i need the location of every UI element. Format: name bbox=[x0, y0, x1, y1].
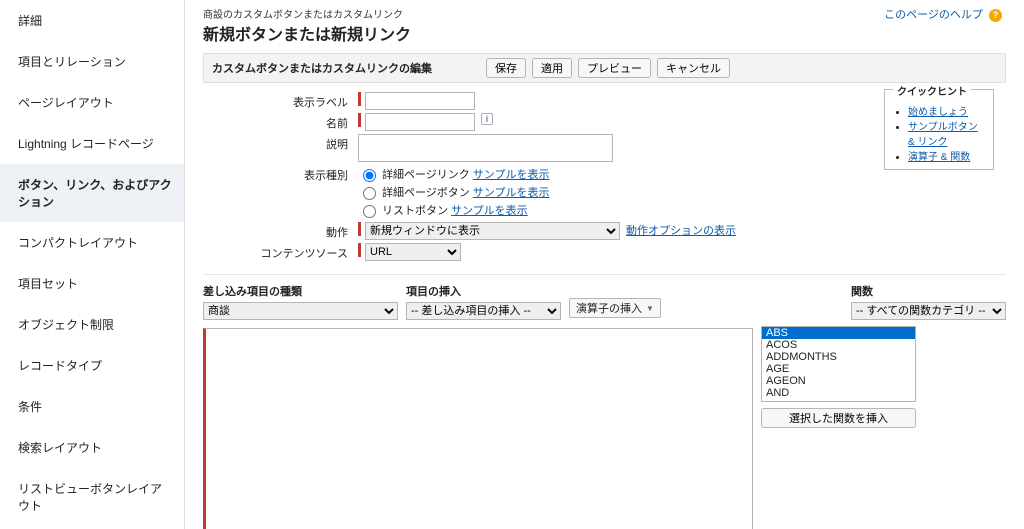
editor-area: 差し込み項目の種類 商談 項目の挿入 -- 差し込み項目の挿入 -- 演算子の挿… bbox=[203, 275, 1006, 320]
behavior-options-link[interactable]: 動作オプションの表示 bbox=[626, 222, 736, 238]
function-category-select[interactable]: -- すべての関数カテゴリ -- bbox=[851, 302, 1006, 320]
label-content-source: コンテンツソース bbox=[213, 243, 358, 261]
apply-button[interactable]: 適用 bbox=[532, 58, 572, 78]
nav-listview-button-layout[interactable]: リストビューボタンレイアウト bbox=[0, 468, 184, 526]
required-indicator bbox=[358, 113, 361, 127]
nav-fields-relations[interactable]: 項目とリレーション bbox=[0, 41, 184, 82]
nav-buttons-links-actions[interactable]: ボタン、リンク、およびアクション bbox=[0, 164, 184, 222]
formula-textarea[interactable] bbox=[203, 328, 753, 529]
nav-details[interactable]: 詳細 bbox=[0, 0, 184, 41]
insert-function-button[interactable]: 選択した関数を挿入 bbox=[761, 408, 916, 428]
display-label-input[interactable] bbox=[365, 92, 475, 110]
sample-link-2[interactable]: サンプルを表示 bbox=[473, 184, 550, 200]
section-bar: カスタムボタンまたはカスタムリンクの編集 保存 適用 プレビュー キャンセル bbox=[203, 53, 1006, 83]
fn-item[interactable]: AND bbox=[762, 387, 915, 399]
page-help: このページのヘルプ ? bbox=[884, 6, 1002, 22]
nav-conditions[interactable]: 条件 bbox=[0, 386, 184, 427]
help-icon: ? bbox=[989, 9, 1002, 22]
nav-search-layouts[interactable]: 検索レイアウト bbox=[0, 427, 184, 468]
fn-item[interactable]: ACOS bbox=[762, 339, 915, 351]
radio-detail-button-label: 詳細ページボタン bbox=[382, 184, 470, 200]
sidebar: 詳細 項目とリレーション ページレイアウト Lightning レコードページ … bbox=[0, 0, 185, 529]
hint-operators-functions[interactable]: 演算子 & 関数 bbox=[908, 152, 970, 163]
radio-detail-link-label: 詳細ページリンク bbox=[382, 166, 470, 182]
description-textarea[interactable] bbox=[358, 134, 613, 162]
function-listbox[interactable]: ABS ACOS ADDMONTHS AGE AGEON AND bbox=[761, 326, 916, 402]
fn-item[interactable]: ADDMONTHS bbox=[762, 351, 915, 363]
required-indicator bbox=[358, 243, 361, 257]
merge-field-type-select[interactable]: 商談 bbox=[203, 302, 398, 320]
quick-hints-title: クイックヒント bbox=[893, 87, 971, 98]
radio-detail-button[interactable] bbox=[363, 187, 376, 200]
nav-record-types[interactable]: レコードタイプ bbox=[0, 345, 184, 386]
fn-item[interactable]: ABS bbox=[762, 327, 915, 339]
label-display-label: 表示ラベル bbox=[213, 92, 358, 110]
nav-page-layouts[interactable]: ページレイアウト bbox=[0, 82, 184, 123]
page-help-link[interactable]: このページのヘルプ bbox=[884, 9, 983, 21]
radio-list-button[interactable] bbox=[363, 205, 376, 218]
api-name-input[interactable] bbox=[365, 113, 475, 131]
label-name: 名前 bbox=[213, 113, 358, 131]
hint-sample-buttons[interactable]: サンプルボタン & リンク bbox=[908, 122, 978, 148]
preview-button[interactable]: プレビュー bbox=[578, 58, 651, 78]
sample-link-1[interactable]: サンプルを表示 bbox=[473, 166, 550, 182]
radio-detail-link[interactable] bbox=[363, 169, 376, 182]
nav-lightning-pages[interactable]: Lightning レコードページ bbox=[0, 123, 184, 164]
info-icon[interactable]: i bbox=[481, 113, 493, 125]
label-functions: 関数 bbox=[851, 283, 1006, 299]
page-title: 新規ボタンまたは新規リンク bbox=[203, 21, 1006, 45]
insert-operator-button[interactable]: 演算子の挿入 bbox=[569, 298, 661, 318]
hint-getting-started[interactable]: 始めましょう bbox=[908, 107, 968, 118]
required-indicator bbox=[358, 92, 361, 106]
behavior-select[interactable]: 新規ウィンドウに表示 bbox=[365, 222, 620, 240]
required-indicator bbox=[358, 222, 361, 236]
main-panel: このページのヘルプ ? 商設のカスタムボタンまたはカスタムリンク 新規ボタンまた… bbox=[185, 0, 1024, 529]
nav-field-sets[interactable]: 項目セット bbox=[0, 263, 184, 304]
nav-compact-layouts[interactable]: コンパクトレイアウト bbox=[0, 222, 184, 263]
insert-field-select[interactable]: -- 差し込み項目の挿入 -- bbox=[406, 302, 561, 320]
label-insert-field: 項目の挿入 bbox=[406, 283, 561, 299]
form-area: クイックヒント 始めましょう サンプルボタン & リンク 演算子 & 関数 表示… bbox=[203, 83, 1006, 275]
quick-hints: クイックヒント 始めましょう サンプルボタン & リンク 演算子 & 関数 bbox=[884, 89, 994, 170]
fn-item[interactable]: AGE bbox=[762, 363, 915, 375]
label-behavior: 動作 bbox=[213, 222, 358, 240]
nav-object-limits[interactable]: オブジェクト制限 bbox=[0, 304, 184, 345]
sample-link-3[interactable]: サンプルを表示 bbox=[451, 202, 528, 218]
label-display-type: 表示種別 bbox=[213, 165, 358, 183]
label-description: 説明 bbox=[213, 134, 358, 152]
radio-list-button-label: リストボタン bbox=[382, 202, 448, 218]
label-merge-field-type: 差し込み項目の種類 bbox=[203, 283, 398, 299]
cancel-button[interactable]: キャンセル bbox=[657, 58, 730, 78]
content-source-select[interactable]: URL bbox=[365, 243, 461, 261]
save-button[interactable]: 保存 bbox=[486, 58, 526, 78]
fn-item[interactable]: AGEON bbox=[762, 375, 915, 387]
section-title: カスタムボタンまたはカスタムリンクの編集 bbox=[212, 60, 432, 76]
